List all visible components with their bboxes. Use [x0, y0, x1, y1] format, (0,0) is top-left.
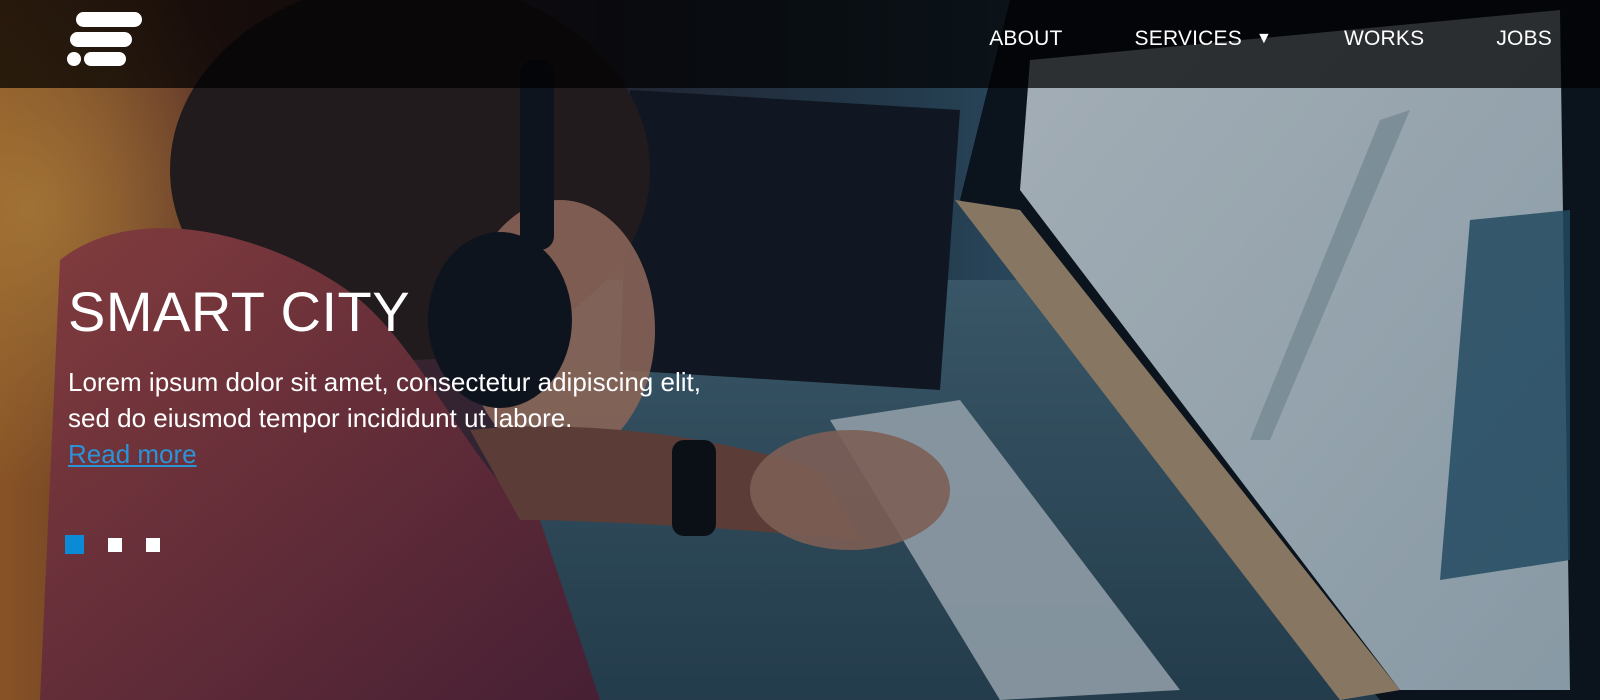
- nav-item-services[interactable]: SERVICES ▼: [1135, 27, 1272, 51]
- slider-pagination: [65, 535, 184, 554]
- nav-item-works[interactable]: WORKS: [1344, 27, 1424, 51]
- slide-dot-2[interactable]: [108, 538, 122, 552]
- slide-dot-1[interactable]: [65, 535, 84, 554]
- read-more-link[interactable]: Read more: [68, 436, 197, 472]
- nav-menu: ABOUT SERVICES ▼ WORKS JOBS: [917, 0, 1552, 78]
- hero-caption: SMART CITY Lorem ipsum dolor sit amet, c…: [68, 278, 748, 472]
- nav-item-label: WORKS: [1344, 27, 1425, 50]
- nav-item-label: ABOUT: [989, 27, 1063, 50]
- hero-description: Lorem ipsum dolor sit amet, consectetur …: [68, 367, 701, 433]
- top-navigation-bar: ABOUT SERVICES ▼ WORKS JOBS: [0, 0, 1600, 88]
- hero-slider: ABOUT SERVICES ▼ WORKS JOBS SMART CITY L…: [0, 0, 1600, 700]
- nav-item-jobs[interactable]: JOBS: [1496, 27, 1552, 51]
- nav-item-about[interactable]: ABOUT: [989, 27, 1062, 51]
- nav-item-label: SERVICES: [1134, 27, 1242, 50]
- caret-down-icon: ▼: [1255, 30, 1272, 47]
- hero-title: SMART CITY: [68, 280, 411, 343]
- stacked-bars-logo-icon[interactable]: [66, 12, 146, 68]
- slide-dot-3[interactable]: [146, 538, 160, 552]
- nav-item-label: JOBS: [1496, 27, 1552, 50]
